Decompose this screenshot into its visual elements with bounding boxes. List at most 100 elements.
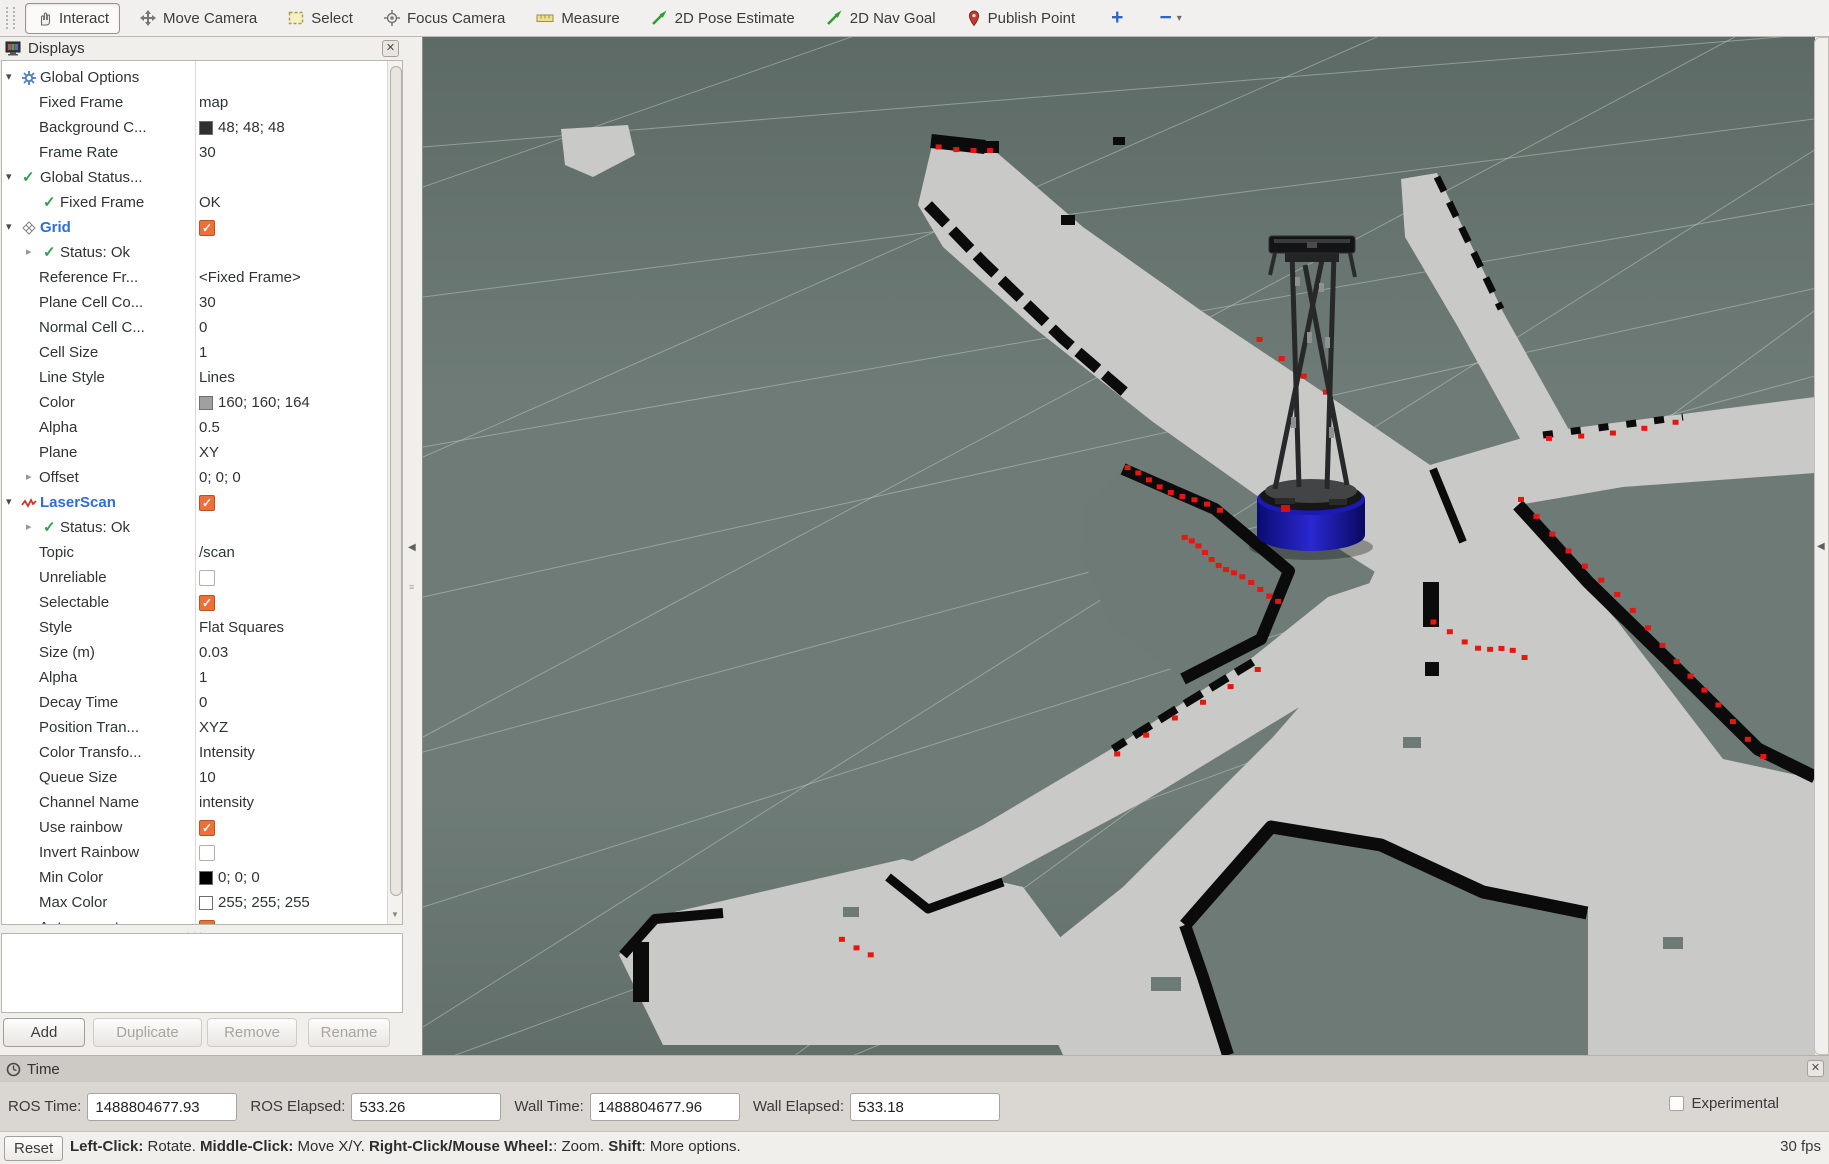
- tree-row-line-style[interactable]: Line StyleLines: [2, 365, 387, 390]
- expander-icon[interactable]: ▾: [6, 165, 12, 190]
- property-checkbox[interactable]: ✓: [199, 495, 215, 511]
- property-value[interactable]: 1: [199, 665, 207, 690]
- expander-icon[interactable]: ▾: [6, 215, 12, 240]
- tool-2d-nav-goal[interactable]: 2D Nav Goal: [815, 3, 947, 34]
- property-checkbox[interactable]: ✓: [199, 820, 215, 836]
- tool-2d-pose-estimate[interactable]: 2D Pose Estimate: [640, 3, 806, 34]
- tree-row-invert-rainbow[interactable]: Invert Rainbow: [2, 840, 387, 865]
- displays-panel-header[interactable]: Displays ✕: [0, 37, 404, 60]
- reset-button[interactable]: Reset: [4, 1136, 63, 1161]
- rename-button[interactable]: Rename: [308, 1018, 390, 1047]
- property-value[interactable]: OK: [199, 190, 221, 215]
- property-checkbox[interactable]: ✓: [199, 595, 215, 611]
- tree-row-size-m[interactable]: Size (m)0.03: [2, 640, 387, 665]
- property-value[interactable]: 0; 0; 0: [199, 465, 241, 490]
- tree-row-alpha[interactable]: Alpha0.5: [2, 415, 387, 440]
- tree-row-max-color[interactable]: Max Color255; 255; 255: [2, 890, 387, 915]
- ros-elapsed-input[interactable]: 533.26: [351, 1093, 501, 1121]
- add-button[interactable]: Add: [3, 1018, 85, 1047]
- tree-row-color[interactable]: Color160; 160; 164: [2, 390, 387, 415]
- duplicate-button[interactable]: Duplicate: [93, 1018, 202, 1047]
- property-value[interactable]: <Fixed Frame>: [199, 265, 301, 290]
- tool-move-camera[interactable]: Move Camera: [129, 3, 268, 34]
- tree-row-status-ok[interactable]: ▸✓Status: Ok: [2, 240, 387, 265]
- experimental-toggle[interactable]: Experimental: [1669, 1095, 1779, 1112]
- tree-row-fixed-frame[interactable]: ✓Fixed FrameOK: [2, 190, 387, 215]
- collapse-left-icon[interactable]: ◀: [408, 542, 416, 553]
- property-checkbox[interactable]: [199, 570, 215, 586]
- color-swatch[interactable]: [199, 871, 213, 885]
- displays-tree[interactable]: ▾Global OptionsFixed FramemapBackground …: [1, 60, 403, 925]
- tool-select[interactable]: Select: [277, 3, 364, 34]
- tree-row-global-options[interactable]: ▾Global Options: [2, 65, 387, 90]
- tree-row-status-ok[interactable]: ▸✓Status: Ok: [2, 515, 387, 540]
- wall-elapsed-input[interactable]: 533.18: [850, 1093, 1000, 1121]
- tree-row-use-rainbow[interactable]: Use rainbow✓: [2, 815, 387, 840]
- property-value[interactable]: 30: [199, 140, 216, 165]
- expander-icon[interactable]: ▸: [26, 240, 32, 265]
- tree-row-global-status[interactable]: ▾✓Global Status...: [2, 165, 387, 190]
- tree-row-style[interactable]: StyleFlat Squares: [2, 615, 387, 640]
- tree-row-fixed-frame[interactable]: Fixed Framemap: [2, 90, 387, 115]
- tree-row-color-transfo[interactable]: Color Transfo...Intensity: [2, 740, 387, 765]
- tool-interact[interactable]: Interact: [25, 3, 120, 34]
- tool-publish-point[interactable]: Publish Point: [956, 3, 1087, 34]
- close-icon[interactable]: ✕: [382, 40, 399, 57]
- property-value[interactable]: 0; 0; 0: [218, 865, 260, 890]
- time-panel-header[interactable]: Time ✕: [0, 1055, 1829, 1082]
- remove-tool-button[interactable]: − ▾: [1137, 6, 1181, 30]
- color-swatch[interactable]: [199, 896, 213, 910]
- tree-row-frame-rate[interactable]: Frame Rate30: [2, 140, 387, 165]
- property-value[interactable]: 255; 255; 255: [218, 890, 310, 915]
- tree-row-min-color[interactable]: Min Color0; 0; 0: [2, 865, 387, 890]
- wall-time-input[interactable]: 1488804677.96: [590, 1093, 740, 1121]
- expander-icon[interactable]: ▸: [26, 465, 32, 490]
- property-value[interactable]: XYZ: [199, 715, 228, 740]
- tree-row-queue-size[interactable]: Queue Size10: [2, 765, 387, 790]
- tree-row-unreliable[interactable]: Unreliable: [2, 565, 387, 590]
- tree-row-channel-name[interactable]: Channel Nameintensity: [2, 790, 387, 815]
- tree-row-offset[interactable]: ▸Offset0; 0; 0: [2, 465, 387, 490]
- tree-row-cell-size[interactable]: Cell Size1: [2, 340, 387, 365]
- color-swatch[interactable]: [199, 396, 213, 410]
- tree-row-grid[interactable]: ▾Grid✓: [2, 215, 387, 240]
- tree-row-background-c[interactable]: Background C...48; 48; 48: [2, 115, 387, 140]
- property-value[interactable]: Intensity: [199, 740, 255, 765]
- expander-icon[interactable]: ▸: [26, 515, 32, 540]
- property-value[interactable]: 0: [199, 315, 207, 340]
- tree-row-normal-cell-c[interactable]: Normal Cell C...0: [2, 315, 387, 340]
- property-value[interactable]: Lines: [199, 365, 235, 390]
- tool-measure[interactable]: Measure: [525, 3, 630, 34]
- expander-icon[interactable]: ▾: [6, 490, 12, 515]
- property-value[interactable]: 0.5: [199, 415, 220, 440]
- tree-row-selectable[interactable]: Selectable✓: [2, 590, 387, 615]
- property-value[interactable]: intensity: [199, 790, 254, 815]
- tree-row-laserscan[interactable]: ▾LaserScan✓: [2, 490, 387, 515]
- property-value[interactable]: 1: [199, 340, 207, 365]
- tree-row-position-tran[interactable]: Position Tran...XYZ: [2, 715, 387, 740]
- tree-scrollbar[interactable]: ▼: [387, 61, 402, 924]
- 3d-viewport[interactable]: [422, 37, 1814, 1055]
- views-panel-collapsed[interactable]: ◀: [1814, 37, 1829, 1055]
- property-value[interactable]: 0: [199, 690, 207, 715]
- tree-row-topic[interactable]: Topic/scan: [2, 540, 387, 565]
- expander-icon[interactable]: ▾: [6, 65, 12, 90]
- property-value[interactable]: XY: [199, 440, 219, 465]
- experimental-checkbox[interactable]: [1669, 1096, 1684, 1111]
- property-checkbox[interactable]: [199, 845, 215, 861]
- close-icon[interactable]: ✕: [1807, 1060, 1824, 1077]
- tree-row-plane[interactable]: PlaneXY: [2, 440, 387, 465]
- tree-row-alpha[interactable]: Alpha1: [2, 665, 387, 690]
- tree-row-plane-cell-co[interactable]: Plane Cell Co...30: [2, 290, 387, 315]
- tool-focus-camera[interactable]: Focus Camera: [373, 3, 516, 34]
- property-value[interactable]: Flat Squares: [199, 615, 284, 640]
- property-value[interactable]: 10: [199, 765, 216, 790]
- property-value[interactable]: 0.03: [199, 640, 228, 665]
- tree-row-decay-time[interactable]: Decay Time0: [2, 690, 387, 715]
- property-value[interactable]: 160; 160; 164: [218, 390, 310, 415]
- panel-splitter[interactable]: ◀ ≡: [404, 37, 422, 1055]
- toolbar-drag-handle[interactable]: [6, 7, 15, 29]
- property-value[interactable]: 30: [199, 290, 216, 315]
- chevron-down-icon[interactable]: ▾: [1177, 13, 1182, 24]
- property-checkbox[interactable]: ✓: [199, 220, 215, 236]
